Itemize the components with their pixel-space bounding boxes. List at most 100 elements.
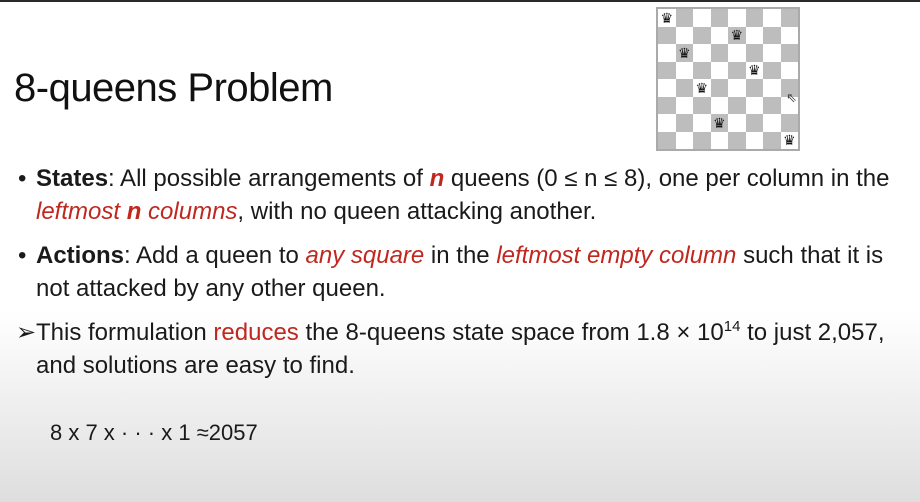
queen-icon: ♛ [782,132,796,149]
bullet-segment: leftmost [36,198,127,225]
bullet-states: • States: All possible arrangements of n… [16,162,911,228]
board-square [745,44,763,62]
board-square [693,9,711,27]
board-square [675,26,693,44]
board-square [763,114,781,132]
board-square [675,96,693,114]
bullet-mark: • [18,165,27,192]
queen-icon: ♛ [660,9,674,26]
board-square: ♛ [710,114,728,132]
board-square [710,131,728,149]
board-square [763,61,781,79]
board-square [658,131,676,149]
conclusion-before: This formulation [36,319,214,346]
board-square [693,61,711,79]
board-square [675,61,693,79]
equation: 8 x 7 x · · · x 1 ≈2057 [50,420,258,445]
board-square [780,26,798,44]
board-square [780,9,798,27]
conclusion-bullet: ➢ This formulation reduces the 8-queens … [16,316,911,382]
board-square [675,131,693,149]
board-square [710,79,728,97]
bullet-segment: States [36,165,109,192]
board-square [693,96,711,114]
board-square: ♛ [693,79,711,97]
board-square [745,26,763,44]
board-square [728,79,746,97]
board-square [693,131,711,149]
board-square [675,114,693,132]
board-square [693,44,711,62]
bullet-segment: : All possible arrangements of [108,165,430,192]
bullet-segment: any square [305,242,425,269]
board-square: ♛ [728,26,746,44]
board-square [728,96,746,114]
arrow-bullet-icon: ➢ [16,319,37,346]
board-square [780,44,798,62]
queen-icon: ♛ [712,114,726,131]
board-square [780,114,798,132]
board-square: ♛ [675,44,693,62]
bullet-states-text: States: All possible arrangements of n q… [36,165,890,225]
bullet-segment: , with no queen attacking another. [237,198,597,225]
board-square [710,61,728,79]
board-square [693,114,711,132]
queen-icon: ♛ [747,62,761,79]
queen-icon: ♛ [730,27,744,44]
board-square [728,61,746,79]
bullet-segment: : Add a queen to [124,242,306,269]
bullet-segment: leftmost empty column [496,242,737,269]
bullet-actions: • Actions: Add a queen to any square in … [16,239,911,305]
bullet-segment: Actions [36,242,125,269]
board-square: ♛ [658,9,676,27]
board-square [728,44,746,62]
bullet-segment: columns [141,198,238,225]
slide-content: • States: All possible arrangements of n… [16,162,911,382]
board-square [658,44,676,62]
top-border-line [0,0,920,2]
conclusion-exponent: 14 [723,318,741,335]
board-square [658,114,676,132]
conclusion-middle: the 8-queens state space from 1.8 × 10 [298,319,724,346]
conclusion-highlight: reduces [213,319,299,346]
board-square [745,79,763,97]
mouse-cursor-icon: ⇖ [786,90,797,105]
bullet-actions-text: Actions: Add a queen to any square in th… [36,242,883,302]
board-square [745,96,763,114]
board-square [710,9,728,27]
board-square [658,79,676,97]
board-square: ♛ [745,61,763,79]
board-square [728,131,746,149]
board-square [710,96,728,114]
board-square: ♛ [780,131,798,149]
bullet-mark: • [18,242,27,269]
board-square [745,9,763,27]
bullet-segment: queens (0 ≤ n ≤ 8), one per column in th… [444,165,890,192]
board-square [745,114,763,132]
board-square [728,114,746,132]
bullet-segment: n [429,165,445,192]
board-square [675,9,693,27]
board-square [763,96,781,114]
board-square [763,26,781,44]
queen-icon: ♛ [677,44,691,61]
board-square [658,26,676,44]
board-square [658,61,676,79]
board-square [745,131,763,149]
bullet-segment: in the [424,242,497,269]
board-square [763,131,781,149]
board-square [675,79,693,97]
board-square [763,44,781,62]
board-square [728,9,746,27]
board-square [710,26,728,44]
board-square [693,26,711,44]
slide-title: 8-queens Problem [14,66,333,110]
queen-icon: ♛ [695,79,709,96]
chessboard: ♛ ♛ ♛ ♛ ♛ ♛ ♛ [656,7,800,151]
board-square [780,61,798,79]
board-square [658,96,676,114]
board-square [763,79,781,97]
board-square [710,44,728,62]
bullet-segment: n [126,198,142,225]
board-square [763,9,781,27]
